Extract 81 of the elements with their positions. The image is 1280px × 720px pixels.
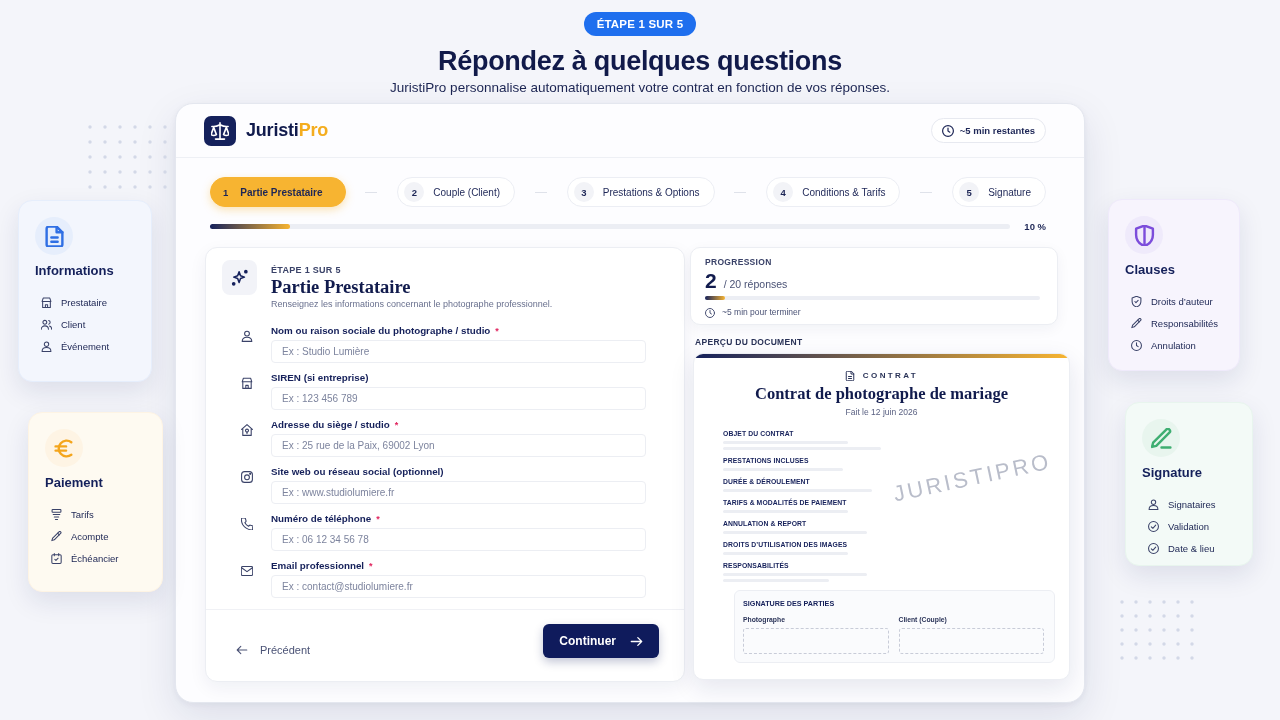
field-label: Numéro de téléphone [271, 513, 372, 525]
section-title: Partie Prestataire [271, 276, 411, 298]
back-button[interactable]: Précédent [236, 642, 311, 658]
card-item: Tarifs [71, 508, 94, 520]
person-icon [240, 330, 253, 342]
document-title: Contrat de photographe de mariage [754, 384, 1009, 404]
section-description: Renseignez les informations concernant le photographe professionnel. [271, 298, 553, 311]
text-input[interactable]: Ex : 25 rue de la Paix, 69002 Lyon [271, 434, 646, 457]
field-label: Site web ou réseau social (optionnel) [271, 466, 444, 478]
card-item: Annulation [1151, 339, 1196, 351]
store-icon [41, 296, 52, 308]
pencil-icon [1131, 317, 1142, 329]
step-label: ÉTAPE 1 SUR 5 [271, 264, 341, 276]
card-title: Informations [35, 263, 115, 279]
shield-check-icon [1131, 295, 1142, 307]
field-label: SIREN (si entreprise) [271, 372, 369, 384]
card-item: Acompte [71, 530, 109, 542]
answer-total: / 20 réponses [723, 278, 788, 290]
card-item: Échéancier [71, 552, 119, 564]
card-item: Prestataire [61, 296, 107, 308]
card-item: Responsabilités [1151, 317, 1219, 329]
required-mark: * [369, 560, 373, 572]
clock-icon [705, 307, 715, 318]
camera-icon [240, 471, 253, 483]
document-date: Fait le 12 juin 2026 [844, 407, 919, 418]
page-subtitle: JuristiPro personnalise automatiquement votre contrat en fonction de vos réponses. [390, 80, 890, 96]
house-icon [240, 424, 253, 436]
pencil-icon [51, 530, 62, 542]
time-estimate: ~5 min pour terminer [722, 307, 801, 318]
time-remaining: ~5 min restantes [959, 125, 1035, 136]
text-input[interactable]: Ex : www.studiolumiere.fr [271, 481, 646, 504]
stack-icon [51, 508, 62, 520]
person-icon [1148, 498, 1159, 510]
phone-icon [240, 518, 253, 530]
card-item: Date & lieu [1168, 542, 1215, 554]
card-title: Paiement [45, 475, 104, 491]
answer-count: 2 [705, 270, 717, 292]
text-input[interactable]: Ex : 06 12 34 56 78 [271, 528, 646, 551]
person-icon [41, 340, 52, 352]
scales-logo-icon [204, 115, 236, 146]
step-tab[interactable]: 2 Couple (Client) [397, 177, 516, 207]
progress-percent: 10 % [1023, 220, 1046, 232]
users-icon [41, 318, 52, 330]
step-tab[interactable]: 3 Prestations & Options [566, 177, 715, 207]
clock-icon [941, 124, 954, 137]
page-title: Répondez à quelques questions [438, 45, 842, 78]
document-kicker: CONTRAT [862, 370, 919, 381]
card-title: Signature [1142, 465, 1203, 481]
sparkle-icon [222, 260, 257, 295]
card-item: Droits d’auteur [1151, 295, 1213, 307]
required-mark: * [376, 513, 380, 525]
card-item: Événement [61, 340, 110, 352]
card-title: Clauses [1125, 262, 1176, 278]
step-tab[interactable]: 1 Partie Prestataire [210, 177, 346, 207]
continue-button[interactable]: Continuer [543, 624, 659, 658]
step-tab[interactable]: 4 Conditions & Tarifs [766, 177, 901, 207]
arrow-left-icon [236, 644, 248, 656]
calendar-check-icon [51, 552, 62, 564]
step-badge: ÉTAPE 1 SUR 5 [583, 12, 697, 36]
brand-name: JuristiPro [246, 120, 329, 141]
text-input[interactable]: Ex : Studio Lumière [271, 340, 646, 363]
required-mark: * [495, 325, 499, 337]
step-tab[interactable]: 5 Signature [952, 177, 1046, 207]
arrow-right-icon [630, 634, 643, 648]
text-input[interactable]: Ex : 123 456 789 [271, 387, 646, 410]
check-circle-icon [1148, 542, 1159, 554]
preview-label: APERÇU DU DOCUMENT [695, 336, 804, 348]
text-input[interactable]: Ex : contact@studiolumiere.fr [271, 575, 646, 598]
progress-title: PROGRESSION [705, 256, 773, 268]
card-item: Validation [1168, 520, 1210, 532]
card-item: Signataires [1168, 498, 1216, 510]
store-icon [240, 377, 253, 389]
field-label: Adresse du siège / studio [271, 419, 390, 431]
required-mark: * [394, 419, 399, 431]
field-label: Nom ou raison sociale du photographe / studio [271, 325, 491, 337]
field-label: Email professionnel [271, 560, 365, 572]
mail-icon [240, 565, 253, 577]
card-item: Client [61, 318, 86, 330]
document-icon [844, 370, 855, 381]
clock-icon [1131, 339, 1142, 351]
check-circle-icon [1148, 520, 1159, 532]
